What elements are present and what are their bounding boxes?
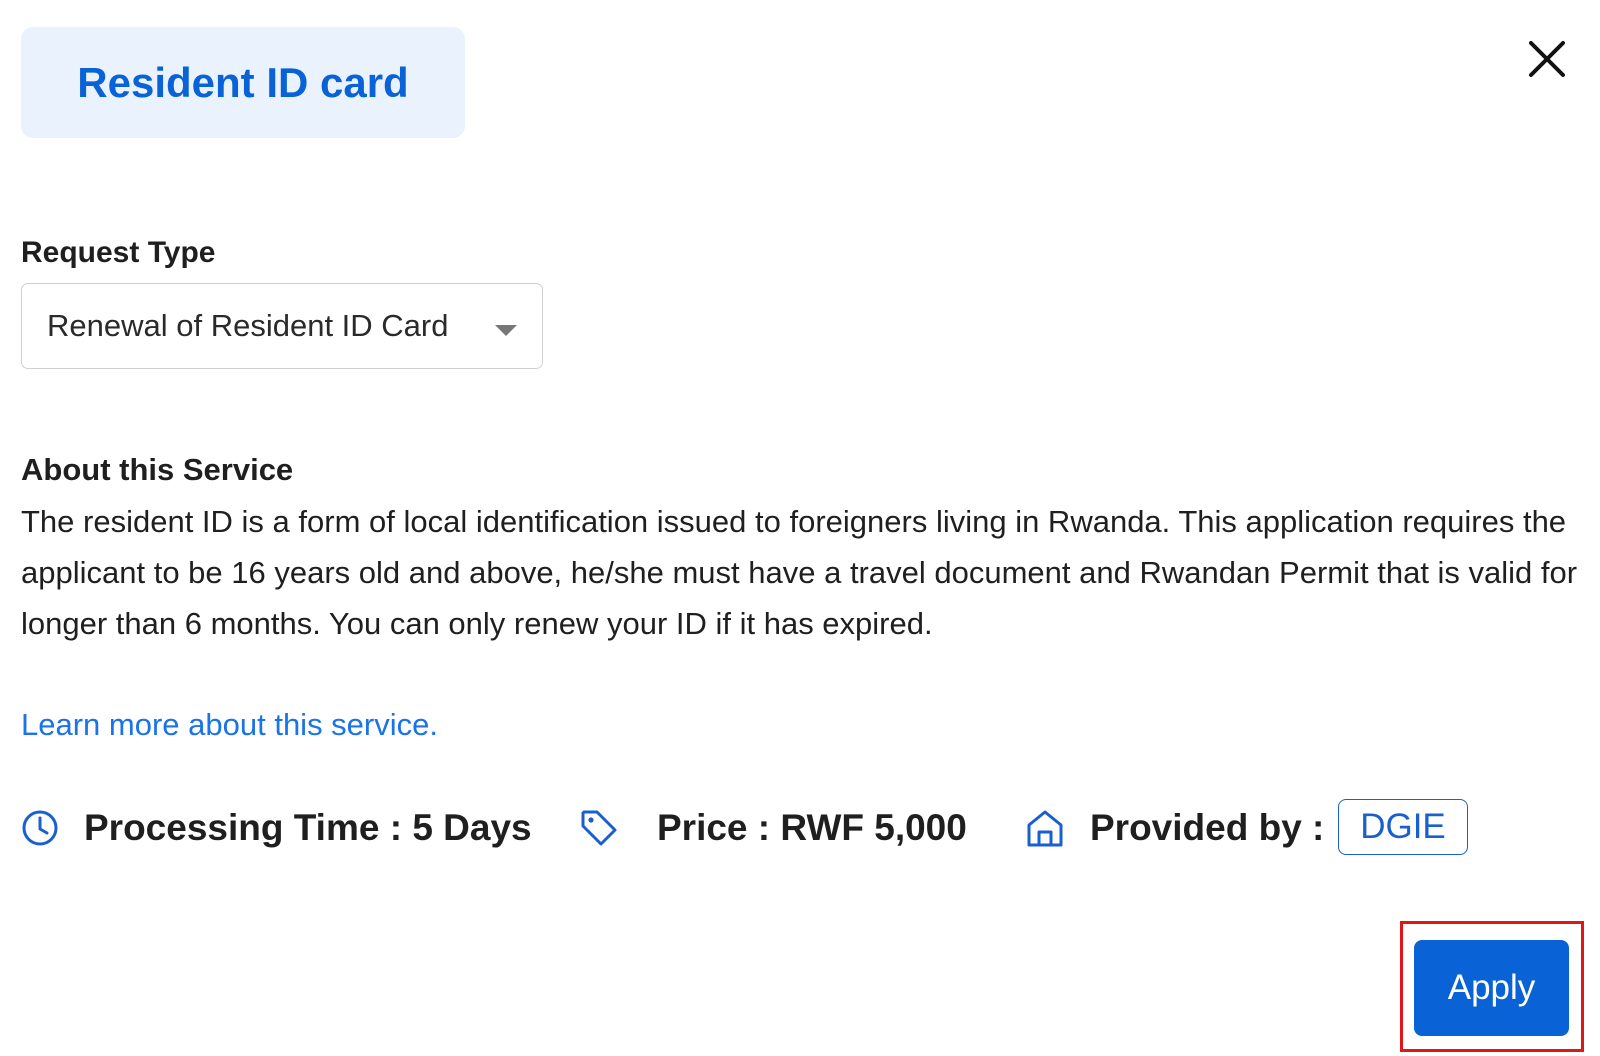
learn-more-link[interactable]: Learn more about this service.	[21, 707, 438, 743]
clock-icon	[22, 810, 58, 846]
home-icon	[1027, 810, 1063, 847]
processing-time-item: Processing Time : 5 Days	[21, 796, 532, 860]
about-heading: About this Service	[21, 452, 294, 487]
service-title: Resident ID card	[77, 58, 409, 106]
service-details-row: Processing Time : 5 Days Price : RWF 5,0…	[21, 796, 1581, 860]
price-tag-icon	[581, 810, 617, 846]
request-type-select[interactable]: Renewal of Resident ID Card	[21, 283, 543, 369]
about-description: The resident ID is a form of local ident…	[21, 504, 1578, 641]
request-type-selected-value: Renewal of Resident ID Card	[47, 308, 449, 343]
close-button[interactable]	[1526, 38, 1568, 80]
apply-button[interactable]: Apply	[1414, 940, 1569, 1036]
provider-item: Provided by :	[1026, 796, 1324, 860]
request-type-label: Request Type	[21, 236, 216, 269]
close-icon	[1529, 41, 1565, 77]
caret-down-icon	[495, 325, 517, 336]
provider-badge: DGIE	[1338, 799, 1468, 855]
service-title-badge: Resident ID card	[21, 27, 465, 138]
price-text: Price : RWF 5,000	[657, 807, 967, 848]
service-dialog: Resident ID card Request Type Renewal of…	[0, 0, 1600, 1056]
price-item: Price : RWF 5,000	[579, 796, 967, 860]
provider-label: Provided by :	[1090, 807, 1325, 848]
processing-time-text: Processing Time : 5 Days	[84, 807, 532, 848]
